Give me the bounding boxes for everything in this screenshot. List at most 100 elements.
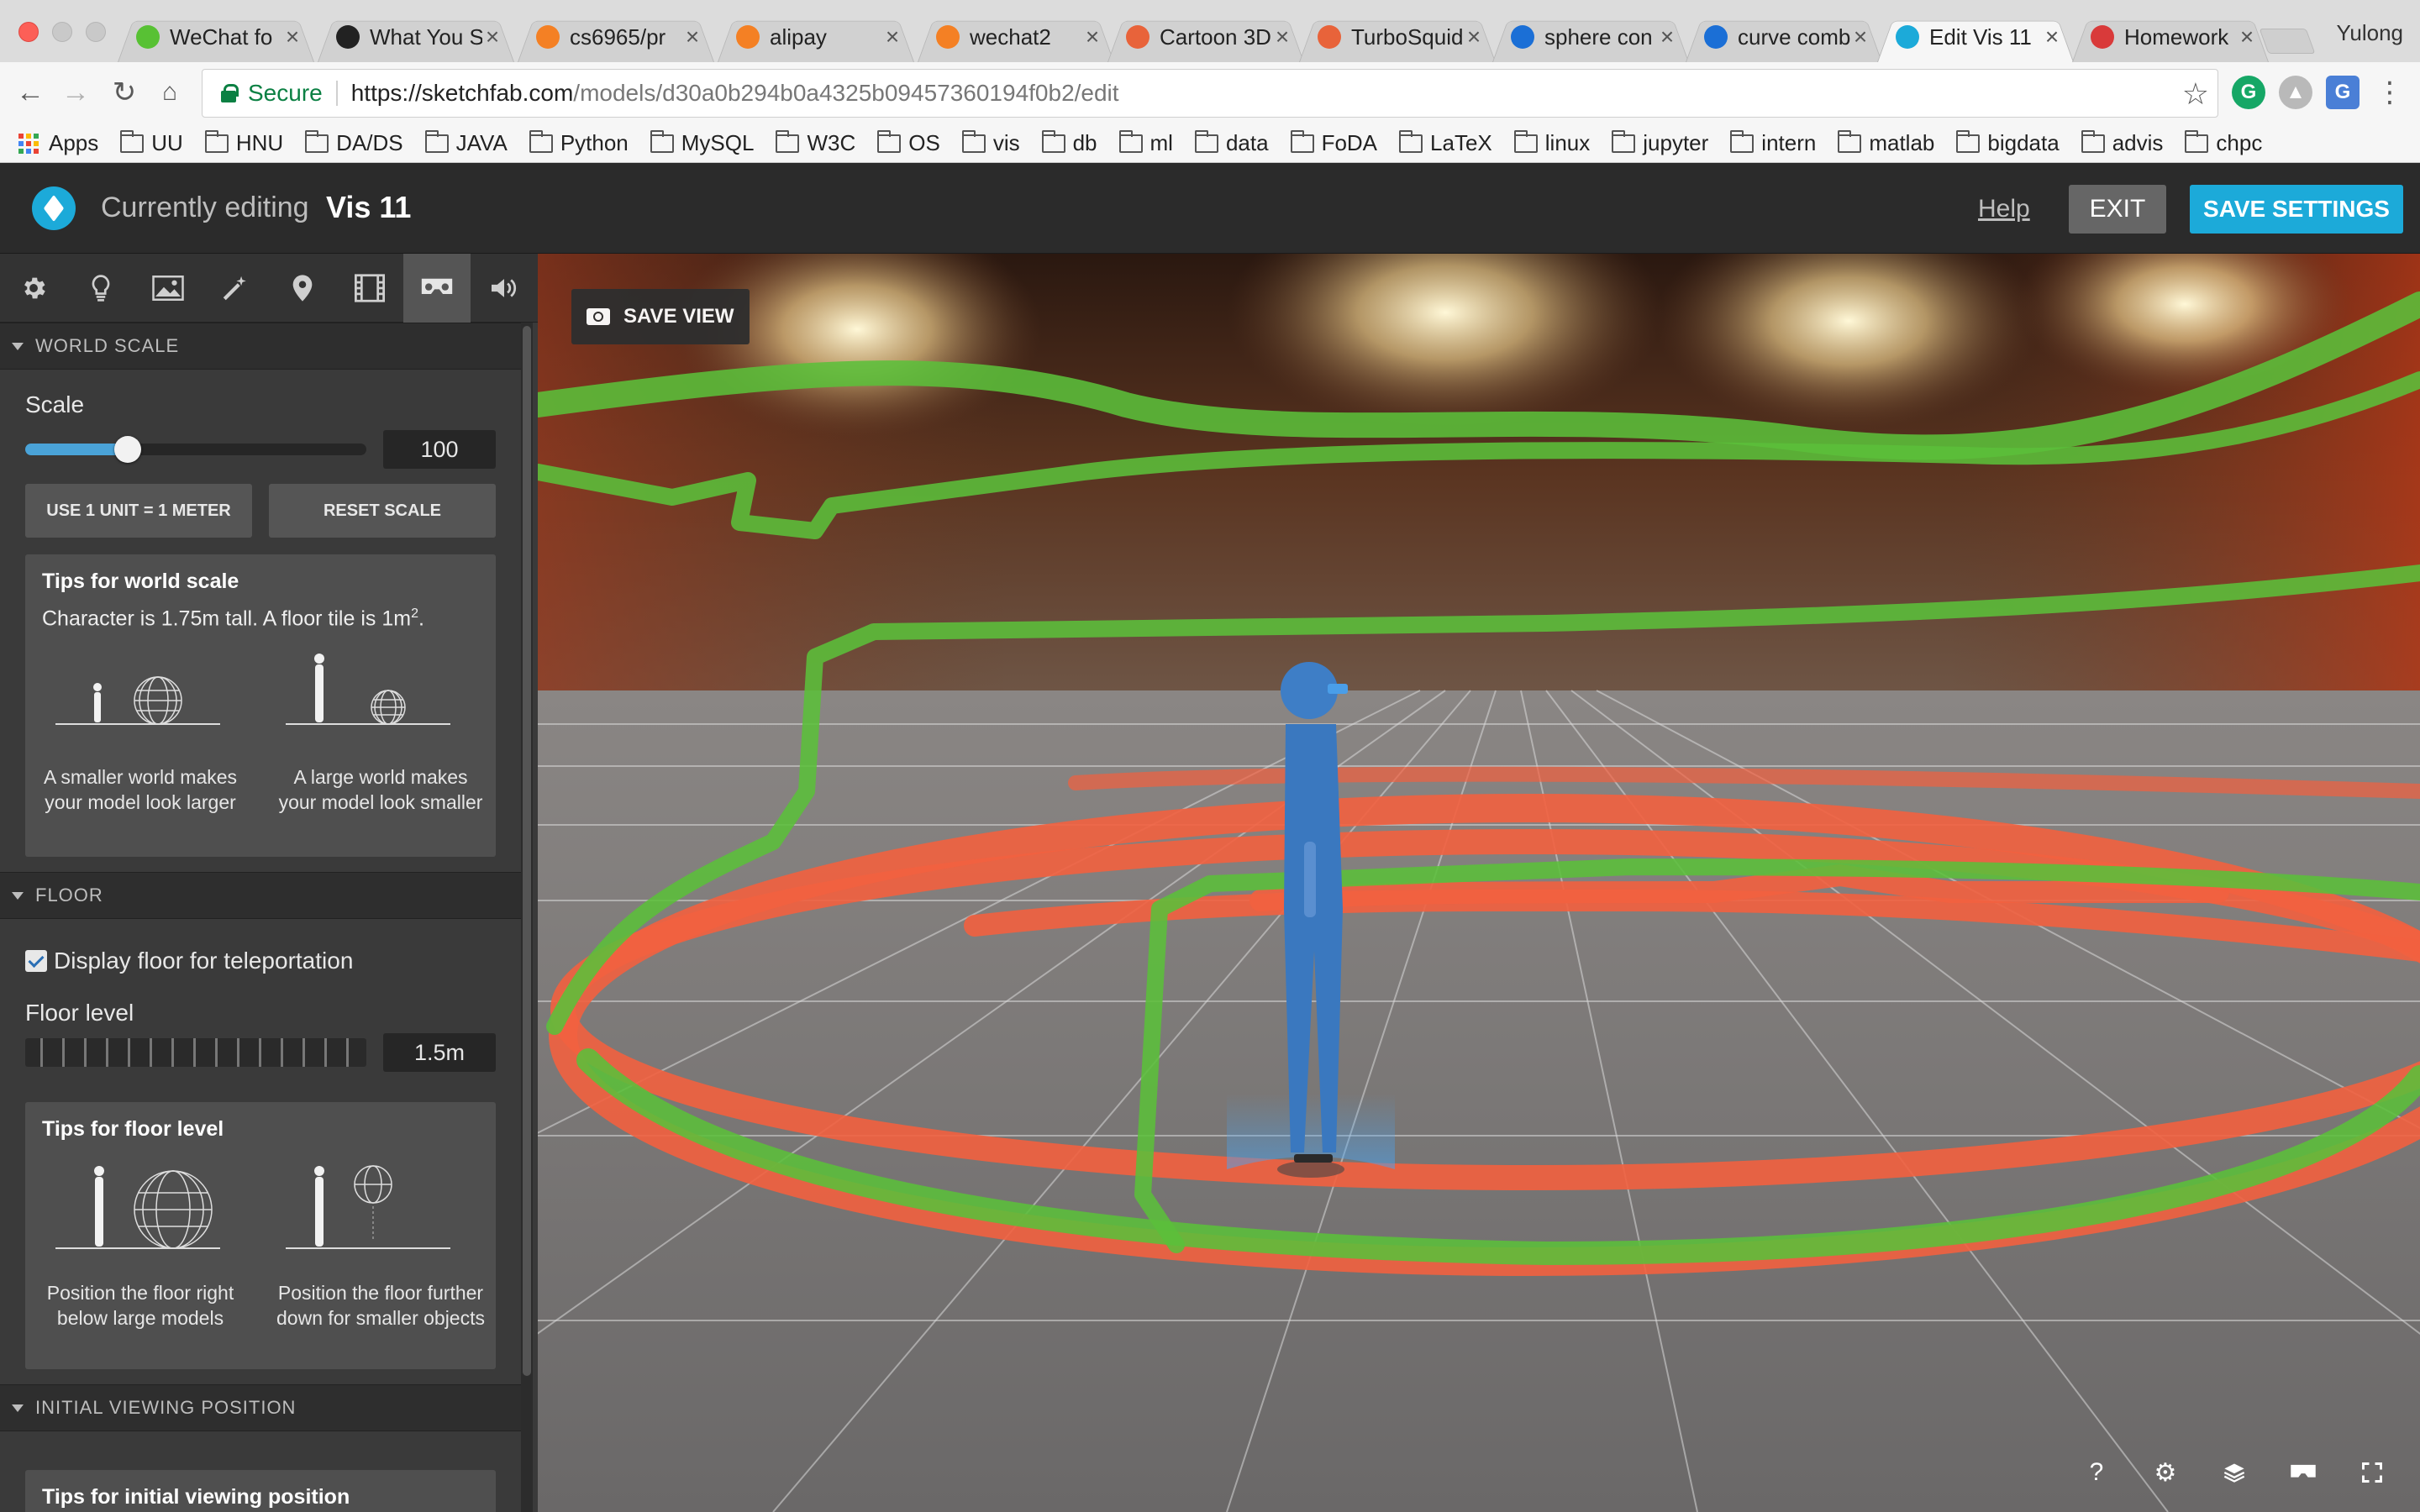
browser-tab[interactable]: What You S ×	[318, 12, 514, 62]
save-settings-button[interactable]: SAVE SETTINGS	[2190, 185, 2403, 234]
close-window-button[interactable]	[18, 22, 39, 42]
address-bar[interactable]: Secure https://sketchfab.com/models/d30a…	[202, 69, 2218, 118]
tab-close-icon[interactable]: ×	[1850, 24, 1870, 50]
forward-icon[interactable]: →	[59, 76, 92, 109]
sketchfab-icon	[1896, 25, 1919, 49]
menu-icon[interactable]: ⋮	[2373, 76, 2407, 109]
browser-tab[interactable]: Edit Vis 11 ×	[1877, 12, 2074, 62]
gear-icon[interactable]	[0, 254, 67, 323]
floor-level-slider[interactable]	[25, 1038, 366, 1067]
image-icon[interactable]	[134, 254, 202, 323]
wand-icon[interactable]	[202, 254, 269, 323]
tab-close-icon[interactable]: ×	[1464, 24, 1484, 50]
tab-close-icon[interactable]: ×	[682, 24, 702, 50]
bookmark-folder[interactable]: ml	[1118, 129, 1173, 156]
bookmark-folder[interactable]: data	[1194, 129, 1269, 156]
bookmark-folder[interactable]: Python	[529, 129, 629, 156]
scale-slider-knob[interactable]	[113, 436, 141, 463]
bookmark-label: intern	[1761, 130, 1817, 155]
floor-section-header[interactable]: FLOOR	[0, 872, 521, 919]
browser-tab[interactable]: alipay ×	[718, 12, 914, 62]
bookmark-folder[interactable]: UU	[120, 129, 183, 156]
browser-tab[interactable]: TurboSquid ×	[1299, 12, 1496, 62]
profile-name[interactable]: Yulong	[2336, 20, 2403, 46]
film-icon[interactable]	[336, 254, 403, 323]
maximize-window-button[interactable]	[86, 22, 106, 42]
reset-scale-button[interactable]: RESET SCALE	[269, 484, 496, 538]
initial-position-section-header[interactable]: INITIAL VIEWING POSITION	[0, 1384, 521, 1431]
3d-viewport[interactable]: SAVE VIEW ? ⚙	[538, 254, 2420, 1512]
browser-tab[interactable]: Homework ×	[2072, 12, 2269, 62]
vr-icon[interactable]	[403, 254, 471, 323]
floor-level-input[interactable]: 1.5m	[383, 1033, 496, 1072]
scale-value-input[interactable]: 100	[383, 430, 496, 469]
browser-tab[interactable]: Cartoon 3D ×	[1107, 12, 1304, 62]
tab-close-icon[interactable]: ×	[482, 24, 502, 50]
tab-close-icon[interactable]: ×	[2237, 24, 2257, 50]
browser-tab[interactable]: cs6965/pr ×	[518, 12, 714, 62]
save-view-button[interactable]: SAVE VIEW	[571, 289, 750, 344]
bookmark-folder[interactable]: intern	[1730, 129, 1817, 156]
new-tab-button[interactable]	[2259, 29, 2316, 54]
browser-tab[interactable]: curve comb ×	[1686, 12, 1882, 62]
use-meter-button[interactable]: USE 1 UNIT = 1 METER	[25, 484, 252, 538]
bookmark-folder[interactable]: DA/DS	[305, 129, 403, 156]
bookmark-folder[interactable]: HNU	[204, 129, 283, 156]
minimize-window-button[interactable]	[52, 22, 72, 42]
reload-icon[interactable]: ↻	[108, 76, 141, 109]
settings-icon[interactable]: ⚙	[2151, 1458, 2180, 1487]
translate-icon[interactable]: G	[2326, 76, 2360, 109]
browser-tab[interactable]: sphere con ×	[1492, 12, 1689, 62]
bulb-icon[interactable]	[67, 254, 134, 323]
help-link[interactable]: Help	[1978, 195, 2030, 223]
bookmark-folder[interactable]: matlab	[1838, 129, 1934, 156]
bookmark-folder[interactable]: OS	[877, 129, 940, 156]
bookmark-folder[interactable]: linux	[1513, 129, 1590, 156]
world-scale-tips-text: Character is 1.75m tall. A floor tile is…	[42, 606, 424, 631]
pin-icon[interactable]	[269, 254, 336, 323]
sidebar-scroll-thumb[interactable]	[523, 326, 531, 1376]
sketchfab-logo-icon[interactable]	[32, 186, 76, 230]
vr-icon[interactable]	[2289, 1458, 2317, 1487]
exit-button[interactable]: EXIT	[2069, 185, 2166, 234]
bookmark-star-icon[interactable]: ☆	[2182, 76, 2209, 112]
apps-bookmark[interactable]: Apps	[18, 130, 98, 156]
drive-icon[interactable]: ▲	[2279, 76, 2312, 109]
tab-close-icon[interactable]: ×	[2042, 24, 2062, 50]
tab-close-icon[interactable]: ×	[882, 24, 902, 50]
bookmark-folder[interactable]: vis	[961, 129, 1020, 156]
display-floor-label[interactable]: Display floor for teleportation	[54, 948, 353, 974]
bookmark-folder[interactable]: JAVA	[424, 129, 508, 156]
bookmark-folder[interactable]: db	[1041, 129, 1097, 156]
folder-icon	[1513, 129, 1538, 153]
bookmark-folder[interactable]: jupyter	[1612, 129, 1708, 156]
display-floor-checkbox[interactable]	[25, 950, 47, 972]
bookmark-label: ml	[1150, 130, 1173, 155]
tab-close-icon[interactable]: ×	[1082, 24, 1102, 50]
browser-tab[interactable]: WeChat fo ×	[118, 12, 314, 62]
sound-icon[interactable]	[471, 254, 538, 323]
tab-close-icon[interactable]: ×	[1657, 24, 1677, 50]
bookmark-folder[interactable]: W3C	[776, 129, 855, 156]
home-icon[interactable]: ⌂	[153, 76, 187, 109]
layers-icon[interactable]	[2220, 1458, 2249, 1487]
tab-close-icon[interactable]: ×	[282, 24, 302, 50]
bookmark-folder[interactable]: bigdata	[1956, 129, 2060, 156]
bookmark-folder[interactable]: chpc	[2185, 129, 2262, 156]
fullscreen-icon[interactable]	[2358, 1458, 2386, 1487]
back-icon[interactable]: ←	[13, 76, 47, 109]
bookmark-folder[interactable]: LaTeX	[1399, 129, 1492, 156]
world-scale-section-header[interactable]: WORLD SCALE	[0, 323, 521, 370]
scale-slider[interactable]	[25, 436, 366, 463]
bookmark-folder[interactable]: advis	[2081, 129, 2163, 156]
bookmark-folder[interactable]: FoDA	[1290, 129, 1377, 156]
3d-scene[interactable]	[538, 254, 2420, 1512]
bookmark-folder[interactable]: MySQL	[650, 129, 754, 156]
tab-close-icon[interactable]: ×	[1272, 24, 1292, 50]
grammarly-icon[interactable]: G	[2232, 76, 2265, 109]
help-icon[interactable]: ?	[2082, 1458, 2111, 1487]
small-object-caption: Position the floor further down for smal…	[276, 1282, 485, 1329]
world-scale-tips-title: Tips for world scale	[42, 570, 239, 593]
browser-tab[interactable]: wechat2 ×	[918, 12, 1114, 62]
sidebar-scrollbar[interactable]	[521, 323, 533, 1512]
